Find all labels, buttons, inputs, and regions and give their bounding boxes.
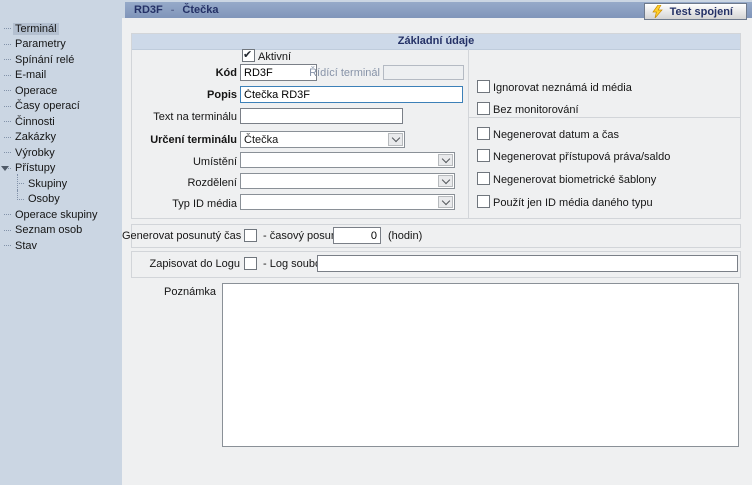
page-title-name: Čtečka xyxy=(182,4,218,16)
chevron-down-icon[interactable] xyxy=(388,133,403,146)
sidebar-item-seznam-osob[interactable]: Seznam osob xyxy=(0,223,122,239)
sidebar-item-stav[interactable]: Stav xyxy=(0,238,122,254)
generovat-posunuty-cas-label: Generovat posunutý čas xyxy=(122,230,240,243)
aktivni-checkbox[interactable] xyxy=(242,49,255,62)
log-soubor-input[interactable] xyxy=(317,255,738,272)
ridici-terminal-input xyxy=(383,65,464,80)
zapisovat-do-logu-label: Zapisovat do Logu xyxy=(122,258,240,271)
sidebar-item-terminal[interactable]: Terminál xyxy=(0,21,122,37)
sidebar-item-parametry[interactable]: Parametry xyxy=(0,37,122,53)
text-na-terminalu-label: Text na terminálu xyxy=(127,111,237,124)
options-divider xyxy=(469,117,740,118)
ridici-terminal-label: Řídící terminál xyxy=(290,67,380,80)
aktivni-label: Aktivní xyxy=(258,51,291,64)
typ-id-media-value xyxy=(241,195,437,209)
zapisovat-do-logu-checkbox[interactable] xyxy=(244,257,257,270)
pouzit-jen-id-media-checkbox[interactable] xyxy=(477,195,490,208)
sidebar-item-operace[interactable]: Operace xyxy=(0,83,122,99)
negenerovat-datum-a-cas-checkbox[interactable] xyxy=(477,127,490,140)
urceni-terminalu-label: Určení terminálu xyxy=(127,134,237,147)
casovy-posun-input[interactable] xyxy=(333,227,381,244)
popis-input[interactable] xyxy=(240,86,463,103)
section-header: Základní údaje xyxy=(132,34,740,50)
sidebar-item-vyrobky[interactable]: Výrobky xyxy=(0,145,122,161)
sidebar-item-casy-operaci[interactable]: Časy operací xyxy=(0,99,122,115)
rozdeleni-value xyxy=(241,174,437,188)
log-soubor-label: - Log soubor xyxy=(263,258,325,271)
poznamka-label: Poznámka xyxy=(126,286,216,299)
negenerovat-biometricke-sablony-label: Negenerovat biometrické šablony xyxy=(493,174,656,187)
text-na-terminalu-input[interactable] xyxy=(240,108,403,124)
app-window: Terminál Parametry Spínání relé E-mail O… xyxy=(0,0,752,485)
generovat-posunuty-cas-checkbox[interactable] xyxy=(244,229,257,242)
negenerovat-datum-a-cas-label: Negenerovat datum a čas xyxy=(493,129,619,142)
test-connection-button[interactable]: Test spojení xyxy=(644,3,747,20)
urceni-terminalu-value: Čtečka xyxy=(241,132,387,147)
chevron-down-icon[interactable] xyxy=(438,196,453,208)
umisteni-value xyxy=(241,153,437,167)
sidebar-item-operace-skupiny[interactable]: Operace skupiny xyxy=(0,207,122,223)
rozdeleni-combobox[interactable] xyxy=(240,173,455,189)
page-title-code: RD3F xyxy=(134,4,163,16)
column-divider xyxy=(468,49,469,218)
urceni-terminalu-combobox[interactable]: Čtečka xyxy=(240,131,405,148)
pouzit-jen-id-media-label: Použít jen ID média daného typu xyxy=(493,197,653,210)
sidebar-item-cinnosti[interactable]: Činnosti xyxy=(0,114,122,130)
sidebar-item-skupiny[interactable]: Skupiny xyxy=(0,176,122,192)
negenerovat-pristupova-prava-label: Negenerovat přístupová práva/saldo xyxy=(493,151,670,164)
sidebar-item-email[interactable]: E-mail xyxy=(0,68,122,84)
ignorovat-neznama-id-media-checkbox[interactable] xyxy=(477,80,490,93)
typ-id-media-label: Typ ID média xyxy=(127,198,237,211)
bez-monitorovani-label: Bez monitorování xyxy=(493,104,579,117)
rozdeleni-label: Rozdělení xyxy=(127,177,237,190)
chevron-down-icon[interactable] xyxy=(438,154,453,166)
navigation-tree: Terminál Parametry Spínání relé E-mail O… xyxy=(0,21,122,254)
title-separator: - xyxy=(171,4,175,16)
typ-id-media-combobox[interactable] xyxy=(240,194,455,210)
tree-expander-icon[interactable] xyxy=(1,166,9,171)
basic-info-groupbox: Základní údaje xyxy=(131,33,741,219)
test-connection-label: Test spojení xyxy=(670,6,733,18)
sidebar: Terminál Parametry Spínání relé E-mail O… xyxy=(0,0,122,485)
sidebar-item-spinani-rele[interactable]: Spínání relé xyxy=(0,52,122,68)
sidebar-item-pristupy[interactable]: Přístupy xyxy=(0,161,122,177)
poznamka-textarea[interactable] xyxy=(222,283,739,447)
sidebar-item-zakazky[interactable]: Zakázky xyxy=(0,130,122,146)
bez-monitorovani-checkbox[interactable] xyxy=(477,102,490,115)
chevron-down-icon[interactable] xyxy=(438,175,453,187)
casovy-posun-label: - časový posun xyxy=(263,230,337,243)
umisteni-combobox[interactable] xyxy=(240,152,455,168)
negenerovat-biometricke-sablony-checkbox[interactable] xyxy=(477,172,490,185)
ignorovat-neznama-id-media-label: Ignorovat neznámá id média xyxy=(493,82,632,95)
kod-label: Kód xyxy=(127,67,237,80)
lightning-icon xyxy=(652,5,663,18)
hodin-unit-label: (hodin) xyxy=(388,230,422,243)
umisteni-label: Umístění xyxy=(127,156,237,169)
titlebar: RD3F - Čtečka Test spojení xyxy=(125,2,752,18)
negenerovat-pristupova-prava-checkbox[interactable] xyxy=(477,149,490,162)
sidebar-item-osoby[interactable]: Osoby xyxy=(0,192,122,208)
popis-label: Popis xyxy=(127,89,237,102)
